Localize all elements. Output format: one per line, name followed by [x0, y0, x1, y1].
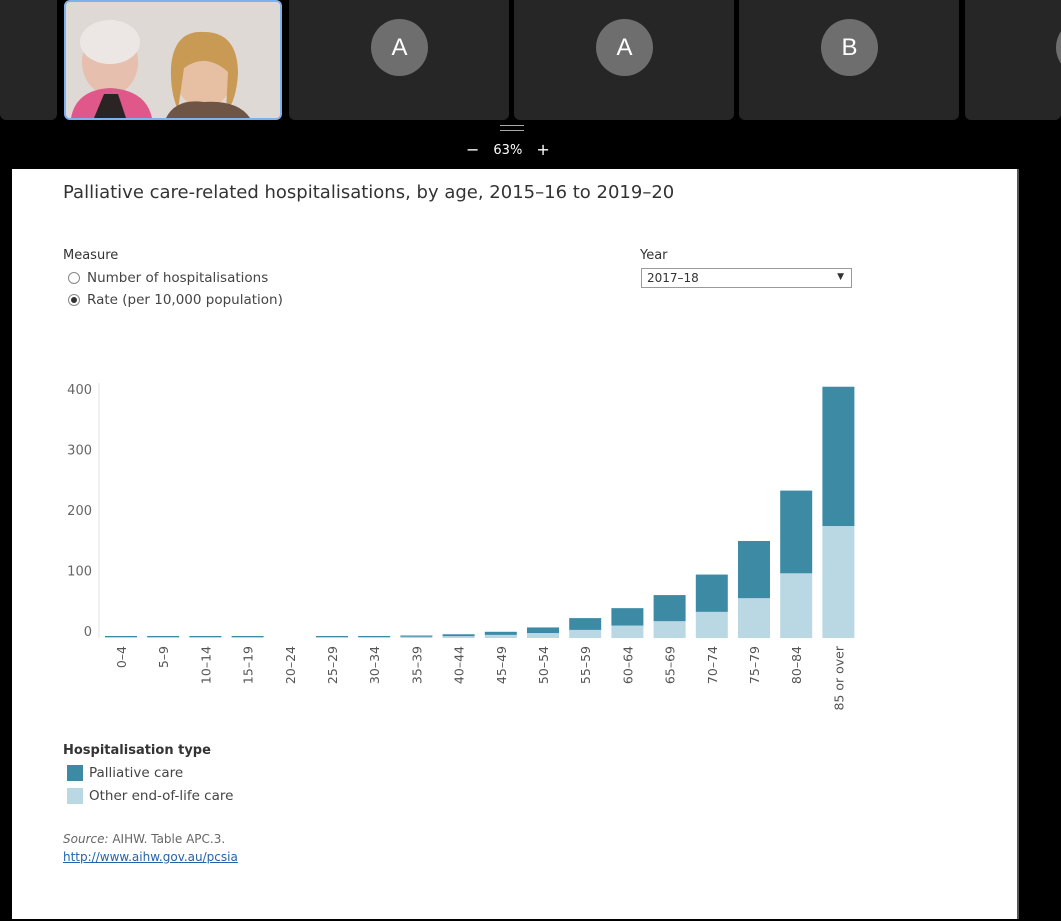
x-tick-label: 15–19: [241, 646, 256, 684]
window-edge: [1019, 169, 1061, 919]
measure-label: Measure: [63, 248, 119, 263]
bar-segment: [780, 573, 813, 638]
bar-segment: [780, 490, 813, 574]
measure-option-rate[interactable]: Rate (per 10,000 population): [68, 292, 283, 308]
source-text: AIHW. Table APC.3.: [108, 832, 226, 846]
y-tick-label: 100: [67, 565, 92, 580]
measure-option-label: Rate (per 10,000 population): [87, 292, 283, 308]
bar-segment: [231, 636, 264, 637]
x-tick-label: 20–24: [283, 646, 298, 684]
x-tick-label: 50–54: [536, 646, 551, 684]
measure-option-number[interactable]: Number of hospitalisations: [68, 270, 268, 286]
bar-segment: [653, 621, 686, 638]
x-tick-label: 70–74: [705, 646, 720, 684]
participant-avatar: A: [371, 19, 428, 76]
bar-segment: [400, 635, 433, 637]
year-select-value: 2017–18: [647, 271, 699, 285]
participant-avatar-partial: [1056, 19, 1061, 76]
participant-video-tile[interactable]: [64, 0, 282, 120]
bar-segment: [484, 631, 517, 635]
bar-segment: [442, 634, 475, 637]
x-tick-label: 0–4: [114, 646, 129, 668]
y-tick-label: 0: [84, 625, 92, 640]
bar-segment: [738, 598, 770, 638]
bar-segment: [822, 526, 855, 638]
participant-tile[interactable]: A: [289, 0, 509, 120]
x-tick-label: 25–29: [325, 646, 340, 684]
x-tick-label: 65–69: [663, 646, 678, 684]
bar-segment: [358, 637, 391, 638]
bar-segment: [738, 540, 770, 599]
x-tick-label: 30–34: [367, 646, 382, 684]
chevron-down-icon: ▼: [837, 272, 844, 282]
participant-video-feed: [66, 2, 280, 118]
legend-label: Palliative care: [89, 765, 184, 781]
year-select[interactable]: 2017–18 ▼: [641, 268, 852, 288]
bar-segment: [822, 386, 855, 527]
x-tick-label: 35–39: [409, 646, 424, 684]
stacked-bar-chart: 0 100 200 300 400 0–4 5–9 10–14 15–19 20–24 25–29 3…: [67, 383, 855, 711]
participant-avatar: B: [821, 19, 878, 76]
shared-document: Palliative care-related hospitalisations…: [12, 169, 1017, 919]
measure-option-label: Number of hospitalisations: [87, 270, 269, 286]
bar-segment: [105, 637, 137, 638]
bar-segment: [316, 637, 348, 638]
x-tick-label: 45–49: [494, 646, 509, 684]
y-tick-label: 200: [67, 504, 92, 519]
bar-segment: [105, 636, 137, 637]
legend-label: Other end-of-life care: [89, 788, 234, 804]
bar-segment: [189, 636, 222, 637]
x-tick-label: 85 or over: [831, 645, 846, 710]
source-note: Source: AIHW. Table APC.3.: [63, 832, 225, 846]
x-tick-label: 60–64: [620, 646, 635, 684]
participant-tile[interactable]: A: [514, 0, 734, 120]
bar-segment: [653, 595, 686, 622]
bar-segment: [442, 636, 475, 638]
radio-icon[interactable]: [68, 272, 80, 284]
legend-swatch: [67, 765, 83, 781]
page-title: Palliative care-related hospitalisations…: [63, 182, 675, 203]
bar-segment: [400, 636, 433, 638]
participant-tile[interactable]: B: [739, 0, 959, 120]
legend-item-other[interactable]: Other end-of-life care: [67, 788, 233, 804]
zoom-control: − 63% +: [466, 140, 550, 160]
x-tick-label: 40–44: [452, 646, 467, 684]
participant-tile-partial-right[interactable]: [965, 0, 1061, 120]
bar-segment: [484, 634, 517, 638]
year-label: Year: [640, 248, 668, 263]
zoom-level: 63%: [493, 142, 523, 158]
bar-segment: [147, 636, 180, 637]
x-tick-label: 5–9: [156, 646, 171, 668]
legend-swatch: [67, 788, 83, 804]
y-tick-label: 300: [67, 444, 92, 459]
y-tick-label: 400: [67, 383, 92, 398]
bar-segment: [316, 636, 348, 637]
source-prefix: Source:: [63, 832, 109, 846]
zoom-in-button[interactable]: +: [536, 142, 549, 158]
legend-item-palliative[interactable]: Palliative care: [67, 765, 183, 781]
participant-avatar: A: [596, 19, 653, 76]
bar-segment: [527, 633, 559, 638]
strip-resize-handle[interactable]: [500, 125, 524, 131]
bar-segment: [611, 608, 644, 626]
x-tick-label: 80–84: [789, 646, 804, 684]
participant-tile-partial-left[interactable]: [0, 0, 57, 120]
bar-segment: [358, 636, 391, 637]
zoom-out-button[interactable]: −: [466, 142, 479, 158]
bar-segment: [569, 618, 602, 630]
x-tick-label: 10–14: [198, 646, 213, 684]
bar-segment: [695, 574, 728, 612]
bar-segment: [527, 627, 559, 634]
x-tick-label: 75–79: [747, 646, 762, 684]
bar-segment: [611, 625, 644, 638]
x-tick-label: 55–59: [578, 646, 593, 684]
source-link[interactable]: http://www.aihw.gov.au/pcsia: [63, 850, 238, 864]
legend-title: Hospitalisation type: [63, 743, 211, 758]
bar-segment: [147, 637, 180, 638]
bar-segment: [231, 637, 264, 638]
bar-segment: [569, 629, 602, 638]
radio-selected-icon[interactable]: [68, 294, 80, 306]
bar-segment: [695, 611, 728, 638]
bar-segment: [189, 637, 222, 638]
